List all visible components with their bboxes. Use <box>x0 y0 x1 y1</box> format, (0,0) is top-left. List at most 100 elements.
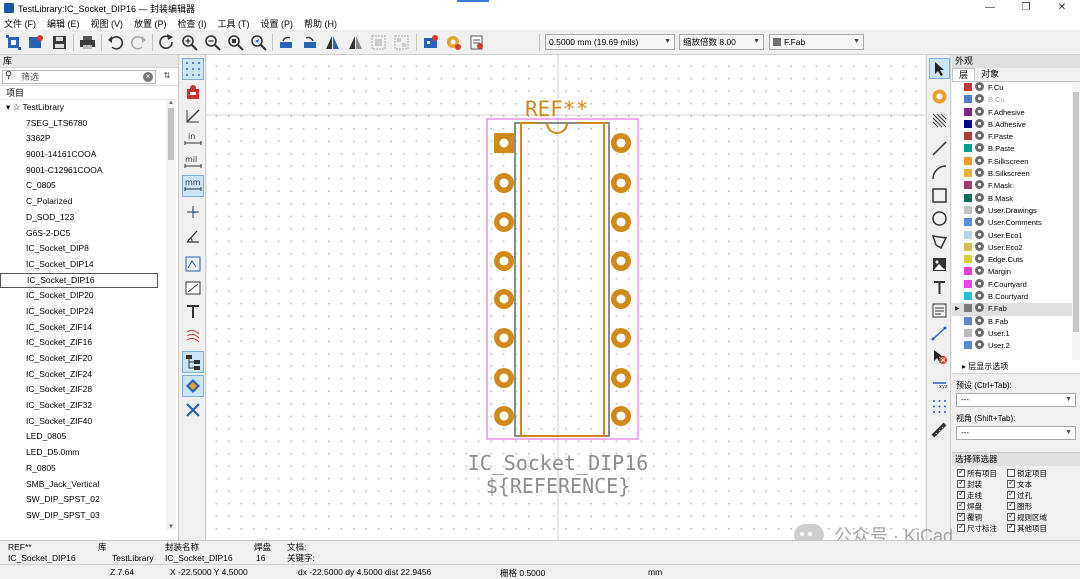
layer-color-swatch[interactable] <box>964 255 972 264</box>
preset-select[interactable]: --- ▼ <box>956 393 1076 407</box>
layer-row[interactable]: User.Drawings <box>952 204 1080 217</box>
checkbox[interactable] <box>1007 478 1015 489</box>
layer-row[interactable]: User.2 <box>952 340 1080 352</box>
group-button[interactable] <box>369 33 388 52</box>
library-item[interactable]: 9001-14161COOA <box>0 147 178 163</box>
library-item[interactable]: IC_Socket_ZIF32 <box>0 398 178 414</box>
checkbox[interactable] <box>1007 522 1015 533</box>
layer-color-swatch[interactable] <box>964 156 972 165</box>
zoom-in-button[interactable] <box>180 33 199 52</box>
new-library-button[interactable] <box>26 33 45 52</box>
grid-select[interactable]: 0.5000 mm (19.69 mils) ▼ <box>545 34 675 50</box>
eye-icon[interactable] <box>975 327 984 337</box>
eye-icon[interactable] <box>975 118 984 128</box>
library-item[interactable]: C_0805 <box>0 178 178 194</box>
restore-button[interactable]: ❐ <box>1008 0 1044 16</box>
zoom-out-button[interactable] <box>203 33 222 52</box>
layer-row[interactable]: ▶ F.Fab <box>952 303 1080 316</box>
layer-color-swatch[interactable] <box>964 107 972 116</box>
select-tool-button[interactable] <box>929 58 950 79</box>
undo-button[interactable] <box>106 33 125 52</box>
layer-row[interactable]: B.Fab <box>952 315 1080 328</box>
menu-tools[interactable]: 工具 (T) <box>218 17 250 30</box>
layer-color-swatch[interactable] <box>964 144 972 153</box>
filter-checkbox[interactable]: 图形 <box>1007 500 1067 512</box>
draw-rectangle-button[interactable] <box>929 185 950 206</box>
library-item[interactable]: SW_DIP_SPST_02 <box>0 492 178 508</box>
menu-preferences[interactable]: 设置 (P) <box>261 17 294 30</box>
rotate-cw-button[interactable] <box>300 33 319 52</box>
eye-icon[interactable] <box>975 229 984 239</box>
print-button[interactable] <box>78 33 97 52</box>
filter-checkbox[interactable]: 文本 <box>1007 478 1067 490</box>
eye-icon[interactable] <box>975 340 984 350</box>
menu-inspect[interactable]: 检查 (I) <box>178 17 207 30</box>
layer-row[interactable]: B.Silkscreen <box>952 168 1080 180</box>
add-zone-button[interactable] <box>929 110 950 131</box>
library-filter-input[interactable]: ⚲ 筛选 × <box>2 70 156 84</box>
eye-icon[interactable] <box>975 217 984 227</box>
layer-row[interactable]: F.Adhesive <box>952 106 1080 119</box>
library-item[interactable]: IC_Socket_DIP14 <box>0 257 178 273</box>
eye-icon[interactable] <box>975 106 984 116</box>
graphics-outline-button[interactable] <box>182 277 204 299</box>
clear-icon[interactable]: × <box>143 72 153 82</box>
layer-row[interactable]: B.Paste <box>952 143 1080 155</box>
pad-properties-button[interactable] <box>421 33 440 52</box>
value-text[interactable]: IC_Socket_DIP16 <box>468 451 649 475</box>
collapse-icon[interactable]: ▾ <box>6 102 13 112</box>
library-item[interactable]: IC_Socket_ZIF20 <box>0 351 178 367</box>
zoom-fit-button[interactable] <box>226 33 245 52</box>
library-item[interactable]: SW_DIP_SPST_03 <box>0 508 178 524</box>
eye-icon[interactable] <box>975 168 984 178</box>
redo-button[interactable] <box>129 33 148 52</box>
eye-icon[interactable] <box>975 180 984 190</box>
library-root[interactable]: ▾ ☆ TestLibrary <box>0 100 178 116</box>
layer-row[interactable]: F.Mask <box>952 180 1080 192</box>
checkbox[interactable] <box>1007 469 1015 477</box>
filter-checkbox[interactable]: 尺寸标注 <box>957 522 1007 534</box>
checkbox[interactable] <box>1007 511 1015 522</box>
library-item[interactable]: C_Polarized <box>0 194 178 210</box>
add-pad-button[interactable] <box>929 86 950 107</box>
layer-row[interactable]: User.1 <box>952 327 1080 340</box>
scroll-up-icon[interactable]: ▲ <box>166 100 176 106</box>
sort-button[interactable]: ⇅ <box>160 71 174 84</box>
tools-button[interactable] <box>182 399 204 421</box>
menu-edit[interactable]: 编辑 (E) <box>47 17 80 30</box>
add-dimension-button[interactable] <box>929 323 950 344</box>
layer-row[interactable]: User.Comments <box>952 217 1080 229</box>
eye-icon[interactable] <box>975 155 984 165</box>
layer-row[interactable]: Margin <box>952 266 1080 278</box>
layer-color-swatch[interactable] <box>964 328 972 337</box>
menu-file[interactable]: 文件 (F) <box>4 17 36 30</box>
library-item[interactable]: IC_Socket_DIP20 <box>0 288 178 304</box>
layer-color-swatch[interactable] <box>964 83 972 91</box>
layer-color-swatch[interactable] <box>964 95 972 104</box>
close-button[interactable]: ✕ <box>1044 0 1080 16</box>
checkbox[interactable] <box>957 467 965 477</box>
grid-origin-button[interactable] <box>929 396 950 417</box>
library-item[interactable]: G6S-2-DC5 <box>0 226 178 242</box>
layer-scrollbar[interactable] <box>1072 82 1080 360</box>
units-mils-button[interactable]: mil <box>182 152 204 174</box>
scroll-thumb[interactable] <box>1073 92 1079 332</box>
filter-checkbox[interactable]: 锁定项目 <box>1007 469 1067 479</box>
tab-layers[interactable]: 层 <box>952 68 976 81</box>
layer-row[interactable]: User.Eco1 <box>952 229 1080 242</box>
eye-icon[interactable] <box>975 315 984 325</box>
library-item[interactable]: 7SEG_LTS6780 <box>0 116 178 132</box>
reference-text[interactable]: REF** <box>525 97 588 121</box>
reference-field-text[interactable]: ${REFERENCE} <box>486 474 631 498</box>
checkbox[interactable] <box>1007 489 1015 500</box>
measure-tool-button[interactable] <box>929 420 950 441</box>
menu-place[interactable]: 放置 (P) <box>134 17 167 30</box>
text-outline-button[interactable] <box>182 301 204 323</box>
layer-color-swatch[interactable] <box>964 279 972 288</box>
cursor-style-button[interactable] <box>182 201 204 223</box>
layer-row[interactable]: F.Cu <box>952 82 1080 94</box>
layer-row[interactable]: F.Courtyard <box>952 278 1080 291</box>
library-item[interactable]: SMB_Jack_Vertical <box>0 477 178 493</box>
eye-icon[interactable] <box>975 241 984 251</box>
eye-icon[interactable] <box>975 266 984 276</box>
